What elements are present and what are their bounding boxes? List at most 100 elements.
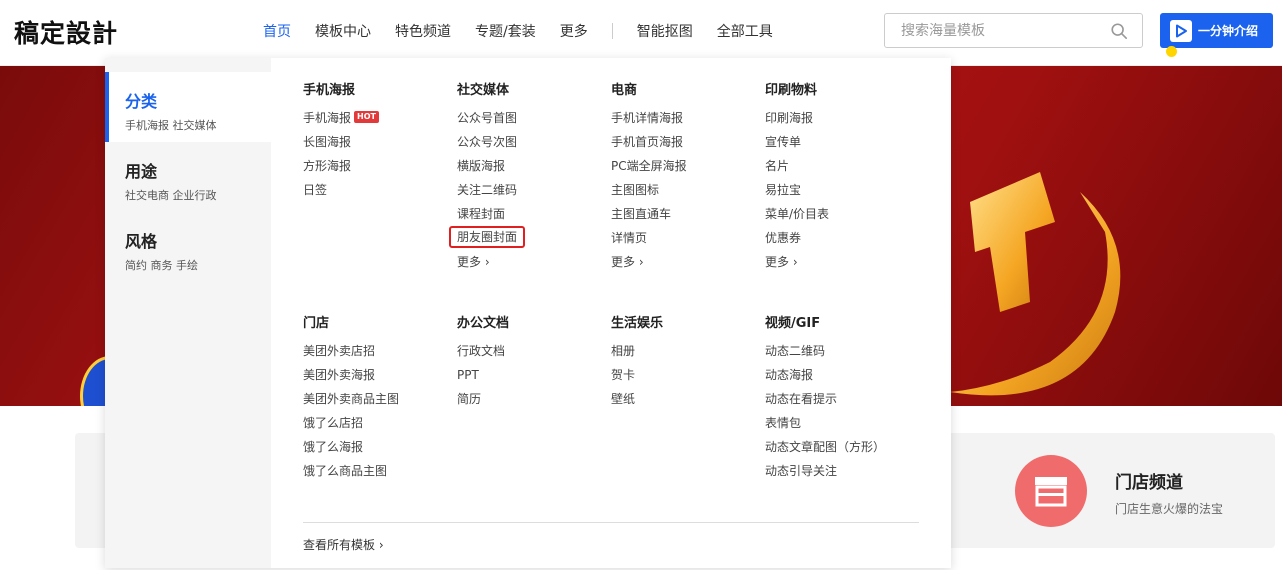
menu-item[interactable]: 动态海报 [765,363,915,387]
template-center-dropdown: 分类 手机海报 社交媒体 用途 社交电商 企业行政 风格 简约 商务 手绘 手机… [105,58,951,568]
menu-item[interactable]: 动态引导关注 [765,459,915,483]
more-link[interactable]: 更多 › [765,250,915,274]
menu-item[interactable]: 主图直通车 [611,202,761,226]
menu-item[interactable]: 贺卡 [611,363,761,387]
column-mobile-poster: 手机海报 手机海报 HOT 长图海报 方形海报 日签 [303,82,453,202]
chevron-right-icon: › [789,255,798,269]
menu-item[interactable]: 手机海报 HOT [303,106,453,130]
menu-item[interactable]: 相册 [611,339,761,363]
chevron-right-icon: › [375,538,384,552]
menu-item[interactable]: PC端全屏海报 [611,154,761,178]
banner-emblem [950,172,1121,396]
menu-item[interactable]: 表情包 [765,411,915,435]
menu-item[interactable]: 简历 [457,387,607,411]
intro-video-button[interactable]: 一分钟介绍 [1160,13,1273,57]
menu-item[interactable]: 详情页 [611,226,761,250]
menu-item[interactable]: 菜单/价目表 [765,202,915,226]
menu-item[interactable]: 手机详情海报 [611,106,761,130]
intro-video-label: 一分钟介绍 [1198,24,1259,38]
search-box [884,13,1143,48]
menu-item[interactable]: 主图图标 [611,178,761,202]
menu-item[interactable]: 名片 [765,154,915,178]
menu-item[interactable]: 动态文章配图（方形） [765,435,915,459]
logo[interactable]: 稿定設計 [14,14,118,50]
search-icon[interactable] [1110,22,1128,40]
chevron-right-icon: › [635,255,644,269]
menu-item[interactable]: 方形海报 [303,154,453,178]
menu-item[interactable]: 日签 [303,178,453,202]
menu-item-moments-cover[interactable]: 朋友圈封面 [449,226,526,248]
menu-item[interactable]: 壁纸 [611,387,761,411]
header: 稿定設計 首页 模板中心 特色频道 专题/套装 更多 智能抠图 全部工具 一分钟… [0,0,1282,66]
category-style[interactable]: 风格 简约 商务 手绘 [105,212,271,282]
category-sub: 手机海报 社交媒体 [125,119,217,132]
category-usage[interactable]: 用途 社交电商 企业行政 [105,142,271,212]
menu-item[interactable]: 印刷海报 [765,106,915,130]
store-channel-icon-wrap[interactable] [1015,455,1087,527]
nav-more[interactable]: 更多 [560,21,588,41]
store-icon [1035,477,1067,507]
menu-item[interactable]: 公众号次图 [457,130,607,154]
menu-item[interactable]: 饿了么海报 [303,435,453,459]
menu-item[interactable]: 动态在看提示 [765,387,915,411]
nav-featured-channel[interactable]: 特色频道 [395,21,451,41]
menu-item[interactable]: 长图海报 [303,130,453,154]
category-sub: 简约 商务 手绘 [125,259,198,272]
menu-item[interactable]: PPT [457,363,607,387]
category-title: 风格 [125,232,158,251]
menu-item[interactable]: 美团外卖商品主图 [303,387,453,411]
nav-home[interactable]: 首页 [263,21,291,41]
column-title[interactable]: 印刷物料 [765,82,915,100]
menu-item[interactable]: 动态二维码 [765,339,915,363]
category-classification[interactable]: 分类 手机海报 社交媒体 [105,72,271,142]
column-title[interactable]: 手机海报 [303,82,453,100]
column-title[interactable]: 视频/GIF [765,315,915,333]
column-lifestyle: 生活娱乐 相册 贺卡 壁纸 [611,315,761,411]
menu-item[interactable]: 美团外卖店招 [303,339,453,363]
more-link[interactable]: 更多 › [611,250,761,274]
menu-item[interactable]: 宣传单 [765,130,915,154]
nav-template-center[interactable]: 模板中心 [315,21,371,41]
column-title[interactable]: 社交媒体 [457,82,607,100]
column-ecommerce: 电商 手机详情海报 手机首页海报 PC端全屏海报 主图图标 主图直通车 详情页 … [611,82,761,274]
category-sub: 社交电商 企业行政 [125,189,217,202]
more-link[interactable]: 更多 › [457,250,607,274]
menu-item[interactable]: 课程封面 [457,202,607,226]
decor-dot [1166,45,1177,57]
nav-divider [611,23,613,39]
store-channel-subtitle: 门店生意火爆的法宝 [1115,502,1224,516]
column-title[interactable]: 生活娱乐 [611,315,761,333]
menu-item[interactable]: 易拉宝 [765,178,915,202]
nav-all-tools[interactable]: 全部工具 [717,21,773,41]
column-print: 印刷物料 印刷海报 宣传单 名片 易拉宝 菜单/价目表 优惠券 更多 › [765,82,915,274]
menu-item[interactable]: 公众号首图 [457,106,607,130]
menu-item[interactable]: 关注二维码 [457,178,607,202]
menu-item[interactable]: 优惠券 [765,226,915,250]
column-social-media: 社交媒体 公众号首图 公众号次图 横版海报 关注二维码 课程封面 朋友圈封面 更… [449,82,607,274]
dropdown-divider [303,522,919,523]
menu-item[interactable]: 手机首页海报 [611,130,761,154]
menu-item[interactable]: 饿了么商品主图 [303,459,453,483]
category-title: 用途 [125,162,158,181]
nav-smart-cutout[interactable]: 智能抠图 [637,21,693,41]
category-sidebar: 分类 手机海报 社交媒体 用途 社交电商 企业行政 风格 简约 商务 手绘 [105,58,271,568]
column-title[interactable]: 办公文档 [457,315,607,333]
column-title[interactable]: 电商 [611,82,761,100]
chevron-right-icon: › [481,255,490,269]
column-video-gif: 视频/GIF 动态二维码 动态海报 动态在看提示 表情包 动态文章配图（方形） … [765,315,915,483]
main-nav: 首页 模板中心 特色频道 专题/套装 更多 智能抠图 全部工具 [263,0,797,62]
menu-item[interactable]: 横版海报 [457,154,607,178]
view-all-templates-link[interactable]: 查看所有模板 › [303,536,384,553]
menu-item[interactable]: 美团外卖海报 [303,363,453,387]
search-input[interactable] [885,14,1105,47]
hot-badge: HOT [354,110,379,123]
category-title: 分类 [125,92,158,111]
menu-item[interactable]: 饿了么店招 [303,411,453,435]
column-store: 门店 美团外卖店招 美团外卖海报 美团外卖商品主图 饿了么店招 饿了么海报 饿了… [303,315,453,483]
column-title[interactable]: 门店 [303,315,453,333]
column-office-docs: 办公文档 行政文档 PPT 简历 [457,315,607,411]
play-icon [1166,19,1192,57]
menu-item[interactable]: 行政文档 [457,339,607,363]
nav-topics-sets[interactable]: 专题/套装 [475,21,536,41]
store-channel-title[interactable]: 门店频道 [1115,468,1183,493]
